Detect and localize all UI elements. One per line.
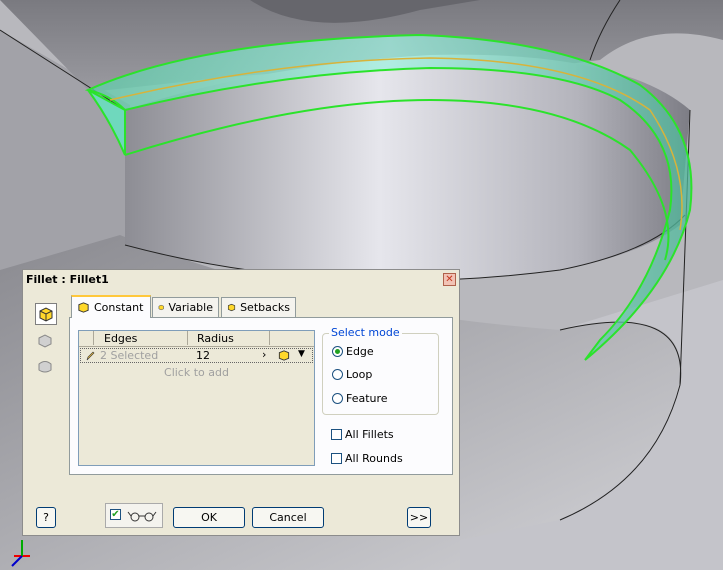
column-edges: Edges bbox=[104, 332, 138, 345]
checkbox[interactable] bbox=[331, 453, 342, 464]
radio-button[interactable] bbox=[332, 369, 343, 380]
edge-select-button[interactable] bbox=[35, 303, 57, 325]
cube-edge-icon bbox=[39, 307, 53, 322]
expand-arrow-icon[interactable]: › bbox=[262, 348, 266, 361]
radius-input[interactable]: 12 bbox=[196, 349, 210, 362]
constant-tab-panel: Edges Radius 2 Selected 12 › ▼ Click to … bbox=[69, 317, 453, 475]
select-mode-group: Select mode Edge Loop Feature bbox=[322, 326, 439, 415]
click-to-add[interactable]: Click to add bbox=[79, 366, 314, 379]
more-button[interactable]: >> bbox=[407, 507, 431, 528]
face-select-button[interactable] bbox=[35, 330, 57, 352]
setbacks-icon bbox=[227, 303, 236, 312]
radio-button[interactable] bbox=[332, 393, 343, 404]
full-round-button[interactable] bbox=[35, 356, 57, 378]
dialog-titlebar[interactable]: Fillet : Fillet1 ✕ bbox=[23, 270, 459, 290]
constant-icon bbox=[78, 302, 89, 313]
table-row[interactable]: 2 Selected 12 › ▼ bbox=[80, 348, 313, 363]
radio-label: Loop bbox=[346, 368, 373, 381]
face-icon bbox=[38, 334, 52, 348]
checkmark-icon[interactable]: ✔ bbox=[110, 509, 121, 520]
fillet-type-icon bbox=[278, 350, 290, 361]
tab-variable[interactable]: Variable bbox=[152, 297, 219, 317]
tab-setbacks[interactable]: Setbacks bbox=[221, 297, 296, 317]
fillet-dialog: Fillet : Fillet1 ✕ Constant Variable Set… bbox=[22, 269, 460, 536]
edges-cell[interactable]: 2 Selected bbox=[100, 349, 158, 362]
checkbox[interactable] bbox=[331, 429, 342, 440]
close-button[interactable]: ✕ bbox=[443, 273, 456, 286]
radio-edge[interactable]: Edge bbox=[332, 345, 374, 358]
cancel-button[interactable]: Cancel bbox=[252, 507, 324, 528]
radio-button[interactable] bbox=[332, 346, 343, 357]
column-radius: Radius bbox=[197, 332, 234, 345]
radio-loop[interactable]: Loop bbox=[332, 368, 372, 381]
tab-label: Constant bbox=[94, 301, 144, 314]
preview-toggle[interactable]: ✔ bbox=[105, 503, 163, 528]
dialog-title: Fillet : Fillet1 bbox=[26, 273, 109, 286]
full-round-icon bbox=[38, 361, 52, 373]
all-fillets-check[interactable]: All Fillets bbox=[331, 428, 394, 441]
edges-grid[interactable]: Edges Radius 2 Selected 12 › ▼ Click to … bbox=[78, 330, 315, 466]
all-rounds-check[interactable]: All Rounds bbox=[331, 452, 403, 465]
tab-label: Setbacks bbox=[240, 301, 290, 314]
select-mode-title: Select mode bbox=[329, 326, 402, 339]
variable-icon bbox=[158, 304, 164, 311]
help-button[interactable]: ? bbox=[36, 507, 56, 528]
check-label: All Fillets bbox=[345, 428, 394, 441]
radio-feature[interactable]: Feature bbox=[332, 392, 388, 405]
tab-label: Variable bbox=[168, 301, 213, 314]
chevron-down-icon[interactable]: ▼ bbox=[298, 349, 305, 359]
pencil-icon bbox=[86, 351, 95, 361]
check-label: All Rounds bbox=[345, 452, 403, 465]
ok-button[interactable]: OK bbox=[173, 507, 245, 528]
radio-label: Edge bbox=[346, 345, 374, 358]
radio-label: Feature bbox=[346, 392, 388, 405]
glasses-icon bbox=[127, 511, 157, 522]
grid-header: Edges Radius bbox=[79, 331, 314, 347]
tab-constant[interactable]: Constant bbox=[71, 295, 151, 318]
